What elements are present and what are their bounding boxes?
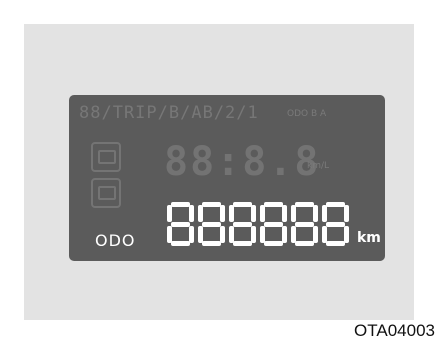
digit-segment-f bbox=[229, 205, 234, 222]
digit-segment-d bbox=[295, 241, 314, 246]
digit-segment-e bbox=[322, 226, 327, 243]
odometer-digit bbox=[229, 202, 256, 246]
digit-segment-b bbox=[251, 205, 256, 222]
digit-segment-f bbox=[198, 205, 203, 222]
digit-segment-f bbox=[167, 205, 172, 222]
digit-segment-e bbox=[291, 226, 296, 243]
digit-segment-a bbox=[326, 202, 345, 207]
odometer-digit bbox=[167, 202, 194, 246]
page: { "display": { "top_row_text": "88/TRIP/… bbox=[0, 0, 435, 343]
digit-segment-c bbox=[344, 226, 349, 243]
digit-segment-f bbox=[260, 205, 265, 222]
digit-segment-a bbox=[295, 202, 314, 207]
odometer-digits bbox=[167, 202, 349, 246]
digit-segment-d bbox=[233, 241, 252, 246]
digit-segment-b bbox=[220, 205, 225, 222]
odo-label: ODO bbox=[95, 231, 136, 250]
digit-segment-a bbox=[264, 202, 283, 207]
odometer-digit bbox=[260, 202, 287, 246]
digit-segment-c bbox=[189, 226, 194, 243]
digit-segment-e bbox=[198, 226, 203, 243]
digit-segment-g bbox=[295, 221, 314, 227]
digit-segment-f bbox=[291, 205, 296, 222]
digit-segment-e bbox=[229, 226, 234, 243]
digit-segment-d bbox=[326, 241, 345, 246]
fuel-icon bbox=[91, 142, 121, 172]
range-icon bbox=[91, 178, 121, 208]
odometer-digit bbox=[322, 202, 349, 246]
lcd-mid-digits-unlit: 88:8.8 bbox=[164, 139, 321, 185]
image-code: OTA04003 bbox=[354, 321, 435, 340]
digit-segment-a bbox=[233, 202, 252, 207]
digit-segment-c bbox=[251, 226, 256, 243]
digit-segment-b bbox=[344, 205, 349, 222]
lcd-top-row-small-unlit: ODO B A bbox=[287, 109, 327, 119]
digit-segment-d bbox=[264, 241, 283, 246]
digit-segment-d bbox=[202, 241, 221, 246]
lcd-mid-unit-unlit: km/L bbox=[307, 161, 330, 171]
lcd-top-row-unlit: 88/TRIP/B/AB/2/1 bbox=[79, 103, 259, 123]
digit-segment-c bbox=[313, 226, 318, 243]
digit-segment-g bbox=[264, 221, 283, 227]
digit-segment-f bbox=[322, 205, 327, 222]
digit-segment-g bbox=[171, 221, 190, 227]
digit-segment-b bbox=[282, 205, 287, 222]
digit-segment-c bbox=[282, 226, 287, 243]
lcd-display: 88/TRIP/B/AB/2/1 ODO B A 88:8.8 km/L ODO… bbox=[69, 95, 385, 261]
digit-segment-e bbox=[260, 226, 265, 243]
digit-segment-g bbox=[202, 221, 221, 227]
digit-segment-c bbox=[220, 226, 225, 243]
odometer-digit bbox=[198, 202, 225, 246]
digit-segment-b bbox=[313, 205, 318, 222]
digit-segment-g bbox=[233, 221, 252, 227]
digit-segment-a bbox=[171, 202, 190, 207]
digit-segment-b bbox=[189, 205, 194, 222]
odometer-digit bbox=[291, 202, 318, 246]
digit-segment-a bbox=[202, 202, 221, 207]
digit-segment-g bbox=[326, 221, 345, 227]
digit-segment-d bbox=[171, 241, 190, 246]
digit-segment-e bbox=[167, 226, 172, 243]
odometer-unit: km bbox=[357, 230, 381, 246]
